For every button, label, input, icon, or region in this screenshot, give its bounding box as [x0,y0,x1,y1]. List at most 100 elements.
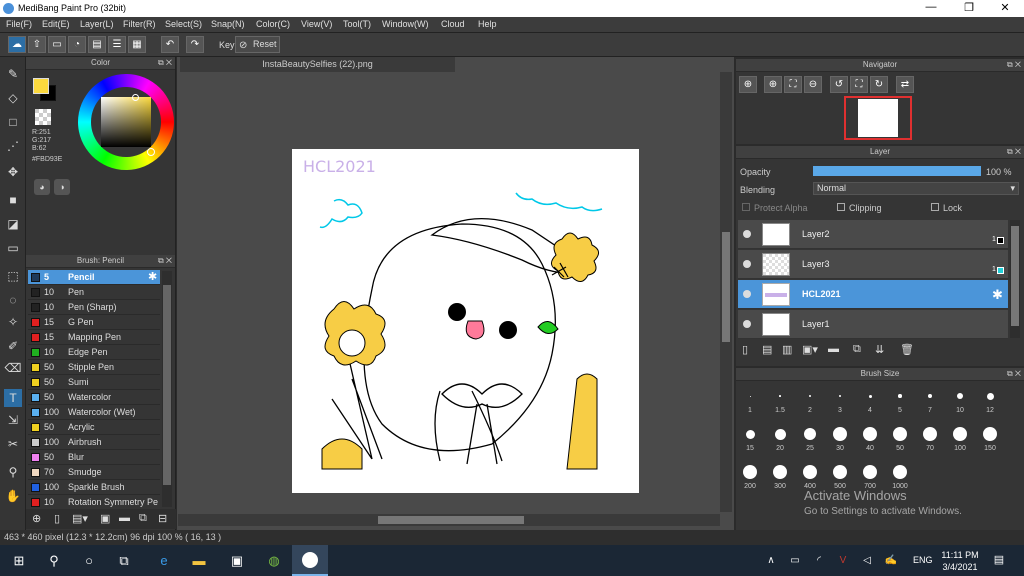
add-layer-menu-icon[interactable]: ▣▾ [802,343,818,356]
brush-size-dot[interactable] [893,465,907,479]
panel-close-icon[interactable]: ⧉ ✕ [1007,146,1021,158]
menu-view[interactable]: View(V) [301,19,332,29]
new-page-icon[interactable]: ▯ [54,512,60,525]
reset-button[interactable]: ⊘ Reset [235,36,280,53]
brush-size-dot[interactable] [898,394,902,398]
bucket-tool-icon[interactable]: ◪ [4,215,22,233]
menu-layer[interactable]: Layer(L) [80,19,114,29]
brush-tool-icon[interactable]: ✎ [4,65,22,83]
menu-select[interactable]: Select(S) [165,19,202,29]
visibility-icon[interactable] [743,320,751,328]
lock-checkbox[interactable] [931,203,939,211]
canvas-hscroll-thumb[interactable] [378,516,524,524]
notification-app-icon[interactable]: V [834,552,852,569]
brush-settings-icon[interactable]: ▤▾ [72,512,88,525]
visibility-icon[interactable] [743,230,751,238]
folder-icon[interactable]: ▬ [119,512,130,524]
layer-row-hcl2021[interactable]: HCL2021 ✱ [738,280,1008,309]
wifi-icon[interactable]: ◜ [810,552,828,569]
gradient-tool-icon[interactable]: ▭ [4,239,22,257]
brush-size-dot[interactable] [774,428,786,440]
eraser-tool-icon[interactable]: ◇ [4,89,22,107]
gear-icon[interactable]: ✱ [148,270,157,284]
canvas-horizontal-scrollbar[interactable] [178,514,720,526]
share-icon[interactable]: ⇧ [28,36,46,53]
folder-icon[interactable]: ▬ [828,343,839,355]
task-view-icon[interactable]: ⧉ [115,552,133,569]
brush-size-dot[interactable] [749,395,751,397]
panel-close-icon[interactable]: ⧉ ✕ [158,57,172,69]
file-explorer-icon[interactable]: ▬ [190,552,208,569]
redo-icon[interactable]: ↷ [186,36,204,53]
network-icon[interactable]: ▭ [786,552,804,569]
rotate-left-icon[interactable]: ↺ [830,76,848,93]
new-halftone-layer-icon[interactable]: ▤ [762,343,772,356]
select-pen-tool-icon[interactable]: ✐ [4,337,22,355]
zoom-out-icon[interactable]: ⊖ [804,76,822,93]
minimize-button[interactable]: — [916,1,946,13]
dot-tool-icon[interactable]: ⋰ [4,137,22,155]
move-tool-icon[interactable]: ✥ [4,163,22,181]
copy-brush-icon[interactable]: ▣ [100,512,110,525]
menu-cloud[interactable]: Cloud [441,19,465,29]
cloud-icon[interactable]: ☁ [8,36,26,53]
brush-item[interactable]: 50 Watercolor [28,390,160,405]
brush-item[interactable]: 50 Sumi [28,375,160,390]
undo-icon[interactable]: ↶ [161,36,179,53]
select-eraser-tool-icon[interactable]: ⌫ [4,359,22,377]
layer-list-scroll-thumb[interactable] [1011,226,1019,326]
menu-edit[interactable]: Edit(E) [42,19,70,29]
delete-brush-icon[interactable]: ⊟ [158,512,167,525]
brush-item[interactable]: 50 Stipple Pen [28,360,160,375]
pen-icon[interactable]: ✍ [882,552,900,569]
protect-alpha-checkbox[interactable] [742,203,750,211]
list-icon[interactable]: ☰ [108,36,126,53]
menu-file[interactable]: File(F) [6,19,32,29]
brush-size-dot[interactable] [833,427,847,441]
foreground-color-swatch[interactable] [33,78,49,94]
brush-size-dot[interactable] [893,427,907,441]
hand-tool-icon[interactable]: ✋ [4,487,22,505]
brush-size-dot[interactable] [863,465,877,479]
zoom-in-icon[interactable]: ⊕ [764,76,782,93]
maximize-button[interactable]: ❐ [954,1,984,14]
edge-browser-icon[interactable]: e [155,552,173,569]
panel-close-icon[interactable]: ⧉ ✕ [158,255,172,267]
search-icon[interactable]: ⚲ [45,552,63,569]
fit-window-icon[interactable]: ⛶ [850,76,868,93]
windows-start-icon[interactable]: ⊞ [10,552,28,569]
comment-icon[interactable]: ▭ [48,36,66,53]
duplicate-layer-icon[interactable]: ⧉ [853,343,861,356]
divide-tool-icon[interactable]: ✂ [4,435,22,453]
text-tool-icon[interactable]: T [4,389,22,407]
brush-size-dot[interactable] [833,465,847,479]
clipping-checkbox[interactable] [837,203,845,211]
transparent-swatch[interactable] [35,109,51,125]
duplicate-icon[interactable]: ⧉ [139,512,147,525]
add-brush-icon[interactable]: ⊕ [32,512,41,525]
gear-icon[interactable]: ✱ [992,287,1003,303]
palette-icon[interactable]: ◕ [34,179,50,195]
menu-help[interactable]: Help [478,19,497,29]
menu-tool[interactable]: Tool(T) [343,19,371,29]
cortana-icon[interactable]: ○ [80,552,98,569]
menu-color[interactable]: Color(C) [256,19,290,29]
canvas-paper[interactable]: HCL2021 [292,149,639,493]
visibility-icon[interactable] [743,260,751,268]
saturation-value-square[interactable] [101,97,151,147]
delete-layer-icon[interactable]: 🗑 [900,343,914,356]
color-history-icon[interactable]: ◑ [54,179,70,195]
brush-size-dot[interactable] [773,465,787,479]
menu-filter[interactable]: Filter(R) [123,19,156,29]
select-rect-tool-icon[interactable]: ⬚ [4,267,22,285]
medibang-app-icon[interactable]: ◍ [265,552,283,569]
canvas-vertical-scrollbar[interactable] [720,72,732,512]
opacity-slider[interactable] [813,166,981,176]
brush-item[interactable]: 100 Watercolor (Wet) [28,405,160,420]
menu-window[interactable]: Window(W) [382,19,429,29]
blending-select[interactable]: Normal ▾ [813,182,1019,195]
language-indicator[interactable]: ENG [913,555,933,565]
panel-close-icon[interactable]: ⧉ ✕ [1007,59,1021,71]
brush-list-scrollbar[interactable] [162,271,172,507]
rotate-right-icon[interactable]: ↻ [870,76,888,93]
